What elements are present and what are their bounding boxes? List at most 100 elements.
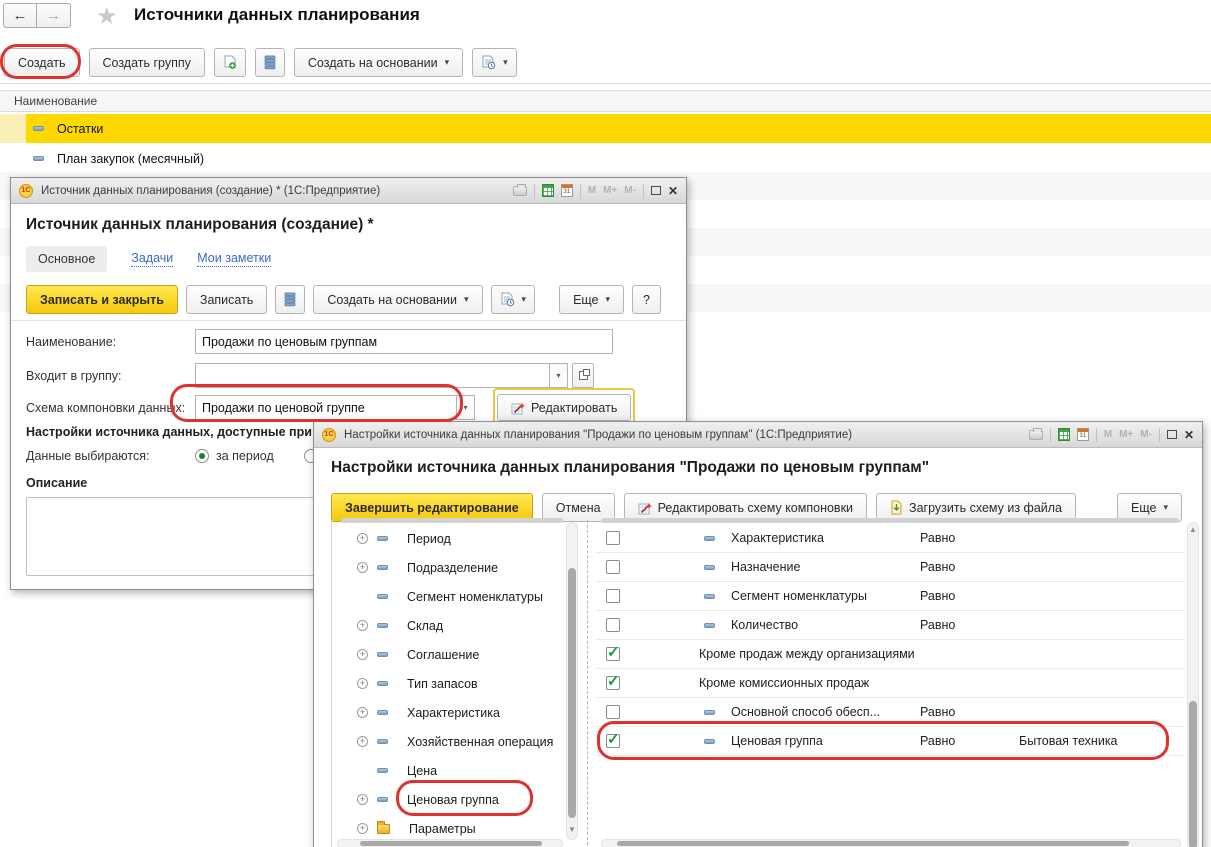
tree-item-cenovaya-gruppa[interactable]: +Ценовая группа: [332, 785, 579, 814]
tree-item-podrazdelenie[interactable]: +Подразделение: [332, 553, 579, 582]
checkbox-checked[interactable]: ✓: [606, 734, 620, 748]
save-button[interactable]: Записать: [186, 285, 267, 314]
group-dropdown-button[interactable]: ▾: [549, 363, 568, 388]
create-group-button[interactable]: Создать группу: [89, 48, 205, 77]
panel-splitter[interactable]: [587, 520, 588, 847]
maximize-icon[interactable]: [1167, 430, 1177, 439]
condition-row-osnovnoy-sposob[interactable]: Основной способ обесп... Равно: [596, 698, 1184, 727]
tree-item-hoz-operaciya[interactable]: +Хозяйственная операция: [332, 727, 579, 756]
condition-row-segment[interactable]: Сегмент номенклатуры Равно: [596, 582, 1184, 611]
conditions-vertical-scrollbar[interactable]: [1187, 522, 1199, 847]
calendar-icon[interactable]: 31: [1077, 428, 1089, 441]
tree-item-tip-zapasov[interactable]: +Тип запасов: [332, 669, 579, 698]
expand-icon[interactable]: +: [357, 736, 368, 747]
expand-icon[interactable]: +: [357, 533, 368, 544]
create-based-on-button[interactable]: Создать на основании ▾: [313, 285, 482, 314]
expand-icon[interactable]: +: [357, 823, 368, 834]
maximize-icon[interactable]: [651, 186, 661, 195]
checkbox-unchecked[interactable]: [606, 589, 620, 603]
print-icon[interactable]: [1029, 430, 1043, 440]
dialog2-titlebar[interactable]: 1С Настройки источника данных планирован…: [314, 422, 1202, 448]
checkbox-unchecked[interactable]: [606, 531, 620, 545]
back-button[interactable]: ←: [3, 3, 37, 28]
expand-icon[interactable]: +: [357, 649, 368, 660]
scrollbar-thumb[interactable]: [568, 568, 576, 818]
tree-horizontal-scrollbar[interactable]: [337, 839, 563, 847]
copy-item-button[interactable]: [214, 48, 246, 77]
item-dash-icon: [704, 565, 715, 570]
condition-row-cenovaya-gruppa[interactable]: ✓ Ценовая группа Равно Бытовая техника: [596, 727, 1184, 756]
condition-row-kolichestvo[interactable]: Количество Равно: [596, 611, 1184, 640]
name-input[interactable]: [195, 329, 613, 354]
list-row-ostatki[interactable]: Остатки: [0, 114, 1211, 143]
close-icon[interactable]: ✕: [668, 184, 678, 198]
list-settings-button[interactable]: [255, 48, 285, 77]
more-button[interactable]: Еще ▾: [559, 285, 624, 314]
item-dash-icon: [377, 681, 388, 686]
favorite-star-icon[interactable]: ★: [96, 2, 118, 31]
tree-vertical-scrollbar[interactable]: [566, 522, 578, 840]
scrollbar-thumb[interactable]: [617, 841, 1129, 846]
checkbox-checked[interactable]: ✓: [606, 647, 620, 661]
scroll-up-icon[interactable]: ▲: [1189, 526, 1197, 534]
condition-row-harakteristika[interactable]: Характеристика Равно: [596, 524, 1184, 553]
tree-item-segment[interactable]: Сегмент номенклатуры: [332, 582, 579, 611]
edit-schema-button[interactable]: Редактировать: [497, 394, 631, 421]
schema-input[interactable]: [195, 395, 456, 420]
checkbox-unchecked[interactable]: [606, 705, 620, 719]
tree-item-cena[interactable]: Цена: [332, 756, 579, 785]
memory-minus-button[interactable]: M-: [1140, 429, 1152, 440]
more-label: Еще: [573, 293, 598, 307]
condition-row-krome-prodazh[interactable]: ✓ Кроме продаж между организациями: [596, 640, 1184, 669]
create-button[interactable]: Создать: [4, 48, 80, 77]
scroll-down-icon[interactable]: ▼: [568, 826, 576, 834]
list-settings-button[interactable]: [275, 285, 305, 314]
expand-icon[interactable]: +: [357, 562, 368, 573]
help-button[interactable]: ?: [632, 285, 661, 314]
expand-icon[interactable]: +: [357, 707, 368, 718]
memory-plus-button[interactable]: M+: [1119, 429, 1133, 440]
calculator-icon[interactable]: [1058, 428, 1070, 441]
forward-button[interactable]: →: [37, 3, 71, 28]
field-row-group: Входит в группу: ▾: [26, 363, 594, 388]
expand-icon[interactable]: +: [357, 678, 368, 689]
tab-main[interactable]: Основное: [26, 246, 107, 272]
memory-button[interactable]: M: [1104, 429, 1112, 440]
list-row-plan-zakupok[interactable]: План закупок (месячный): [0, 145, 1211, 172]
tree-item-soglashenie[interactable]: +Соглашение: [332, 640, 579, 669]
calendar-icon[interactable]: 31: [561, 184, 573, 197]
report-menu-button[interactable]: ▾: [491, 285, 536, 314]
checkbox-unchecked[interactable]: [606, 618, 620, 632]
condition-row-krome-komissionnyh[interactable]: ✓ Кроме комиссионных продаж: [596, 669, 1184, 698]
save-close-button[interactable]: Записать и закрыть: [26, 285, 178, 314]
group-input[interactable]: [195, 363, 549, 388]
report-menu-button[interactable]: ▾: [472, 48, 517, 77]
memory-button[interactable]: M: [588, 185, 596, 196]
expand-icon[interactable]: +: [357, 794, 368, 805]
condition-row-naznachenie[interactable]: Назначение Равно: [596, 553, 1184, 582]
condition-label: Кроме продаж между организациями: [699, 647, 915, 661]
checkbox-checked[interactable]: ✓: [606, 676, 620, 690]
scrollbar-thumb[interactable]: [1189, 701, 1197, 847]
schema-dropdown-button[interactable]: ▾: [456, 395, 475, 420]
memory-plus-button[interactable]: M+: [603, 185, 617, 196]
scrollbar-thumb[interactable]: [360, 841, 542, 846]
group-open-button[interactable]: [572, 363, 594, 388]
create-based-on-button[interactable]: Создать на основании ▾: [294, 48, 463, 77]
calculator-icon[interactable]: [542, 184, 554, 197]
item-dash-icon: [377, 565, 388, 570]
tree-item-harakteristika[interactable]: +Характеристика: [332, 698, 579, 727]
memory-minus-button[interactable]: M-: [624, 185, 636, 196]
tree-item-period[interactable]: +Период: [332, 524, 579, 553]
dialog1-titlebar[interactable]: 1С Источник данных планирования (создани…: [11, 178, 686, 204]
tab-my-notes[interactable]: Мои заметки: [197, 251, 271, 267]
print-icon[interactable]: [513, 186, 527, 196]
tree-item-sklad[interactable]: +Склад: [332, 611, 579, 640]
close-icon[interactable]: ✕: [1184, 428, 1194, 442]
checkbox-unchecked[interactable]: [606, 560, 620, 574]
list-column-header[interactable]: Наименование: [0, 90, 1211, 112]
radio-period[interactable]: [195, 449, 209, 463]
expand-icon[interactable]: +: [357, 620, 368, 631]
conditions-horizontal-scrollbar[interactable]: [601, 839, 1181, 847]
tab-tasks[interactable]: Задачи: [131, 251, 173, 267]
